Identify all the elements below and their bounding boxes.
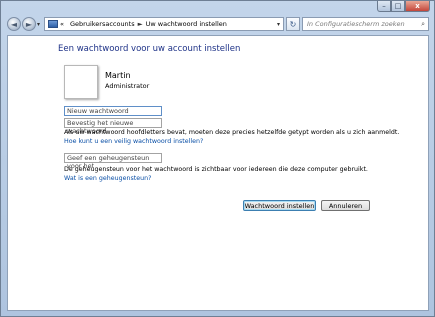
strong-password-link[interactable]: Hoe kunt u een veilig wachtwoord instell… bbox=[64, 138, 203, 145]
minimize-button[interactable]: – bbox=[377, 1, 391, 12]
user-role: Administrator bbox=[105, 82, 150, 90]
password-hint-field[interactable]: Geef een geheugensteun voor het bbox=[64, 153, 162, 170]
forward-button[interactable]: ► bbox=[22, 17, 36, 31]
address-chevron-down-icon[interactable]: ▾ bbox=[277, 21, 280, 28]
close-button[interactable]: x bbox=[405, 1, 430, 12]
user-name: Martin bbox=[105, 71, 131, 80]
back-button[interactable]: ◄ bbox=[7, 17, 21, 31]
breadcrumb-separator-icon[interactable]: ► bbox=[138, 20, 143, 28]
page-title: Een wachtwoord voor uw account instellen bbox=[58, 44, 241, 54]
recent-pages-chevron-down-icon[interactable]: ▾ bbox=[37, 21, 40, 28]
password-hint-link[interactable]: Wat is een geheugensteun? bbox=[64, 175, 151, 182]
address-start-separator[interactable]: « bbox=[60, 20, 64, 28]
maximize-button[interactable]: □ bbox=[391, 1, 405, 12]
caption-buttons: – □ x bbox=[377, 1, 430, 12]
cancel-button[interactable]: Annuleren bbox=[321, 200, 370, 211]
breadcrumb-set-password[interactable]: Uw wachtwoord instellen bbox=[146, 20, 227, 28]
new-password-field[interactable]: Nieuw wachtwoord bbox=[64, 106, 162, 116]
navigation-bar: ◄ ► ▾ « Gebruikersaccounts ► Uw wachtwoo… bbox=[1, 13, 434, 35]
confirm-password-field[interactable]: Bevestig het nieuwe wachtwoord bbox=[64, 118, 162, 135]
user-avatar bbox=[64, 65, 98, 99]
search-icon[interactable]: ⌕ bbox=[421, 20, 425, 29]
search-placeholder: In Configuratiescherm zoeken bbox=[307, 20, 405, 28]
address-bar[interactable]: « Gebruikersaccounts ► Uw wachtwoord ins… bbox=[44, 17, 284, 31]
caps-lock-note: Als uw wachtwoord hoofdletters bevat, mo… bbox=[64, 129, 400, 136]
breadcrumb-user-accounts[interactable]: Gebruikersaccounts bbox=[70, 20, 135, 28]
title-bar: – □ x bbox=[1, 1, 434, 13]
hint-visibility-note: De geheugensteun voor het wachtwoord is … bbox=[64, 166, 368, 173]
refresh-button[interactable]: ↻ bbox=[286, 17, 300, 31]
control-panel-icon bbox=[48, 20, 58, 28]
search-input[interactable]: In Configuratiescherm zoeken ⌕ bbox=[302, 17, 429, 31]
set-password-button[interactable]: Wachtwoord instellen bbox=[243, 200, 316, 211]
